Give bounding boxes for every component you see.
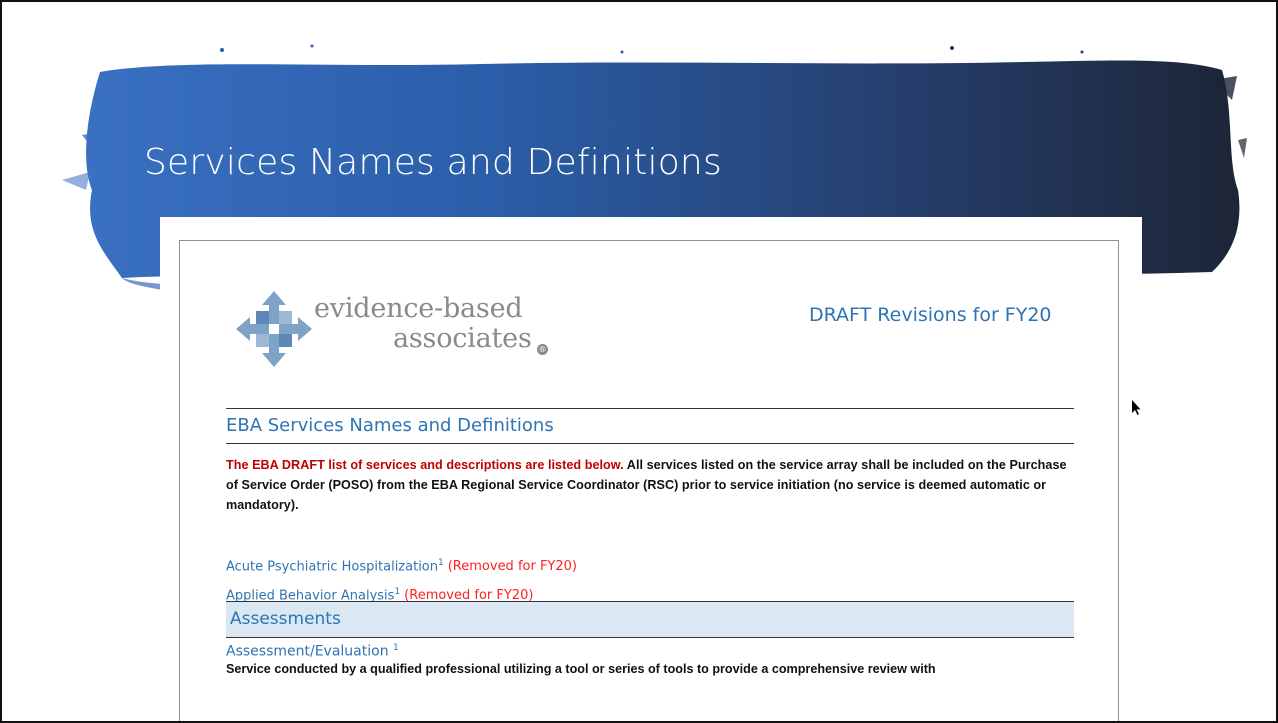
intro-red-text: The EBA DRAFT list of services and descr… — [226, 458, 624, 472]
logo-text-line2: associates — [393, 323, 532, 354]
footnote-marker: 1 — [394, 587, 401, 597]
removed-status: (Removed for FY20) — [447, 559, 577, 575]
footnote-marker: 1 — [438, 558, 444, 568]
section-heading: EBA Services Names and Definitions — [226, 415, 554, 436]
divider — [226, 443, 1074, 444]
category-band: Assessments — [226, 601, 1074, 638]
arrows-logo-icon — [236, 291, 312, 367]
service-item: Acute Psychiatric Hospitalization1 (Remov… — [226, 558, 577, 574]
registered-mark: ® — [537, 344, 548, 355]
category-heading: Assessments — [230, 609, 341, 629]
footnote-marker: 1 — [393, 643, 399, 653]
slide-title: Services Names and Definitions — [144, 142, 722, 183]
divider — [226, 408, 1074, 409]
subsection-body: Service conducted by a qualified profess… — [226, 662, 936, 676]
subsection-heading: Assessment/Evaluation 1 — [226, 643, 399, 660]
mouse-cursor-icon — [1132, 400, 1141, 415]
intro-paragraph: The EBA DRAFT list of services and descr… — [226, 455, 1082, 515]
logo-text-line1: evidence-based — [314, 293, 523, 324]
document-screenshot: evidence-based associates ® DRAFT Revisi… — [179, 240, 1119, 721]
service-name: Acute Psychiatric Hospitalization — [226, 559, 438, 575]
slide: Services Names and Definitions evidence-… — [0, 0, 1278, 723]
draft-revisions-title: DRAFT Revisions for FY20 — [809, 304, 1052, 326]
subsection-title: Assessment/Evaluation — [226, 643, 394, 660]
